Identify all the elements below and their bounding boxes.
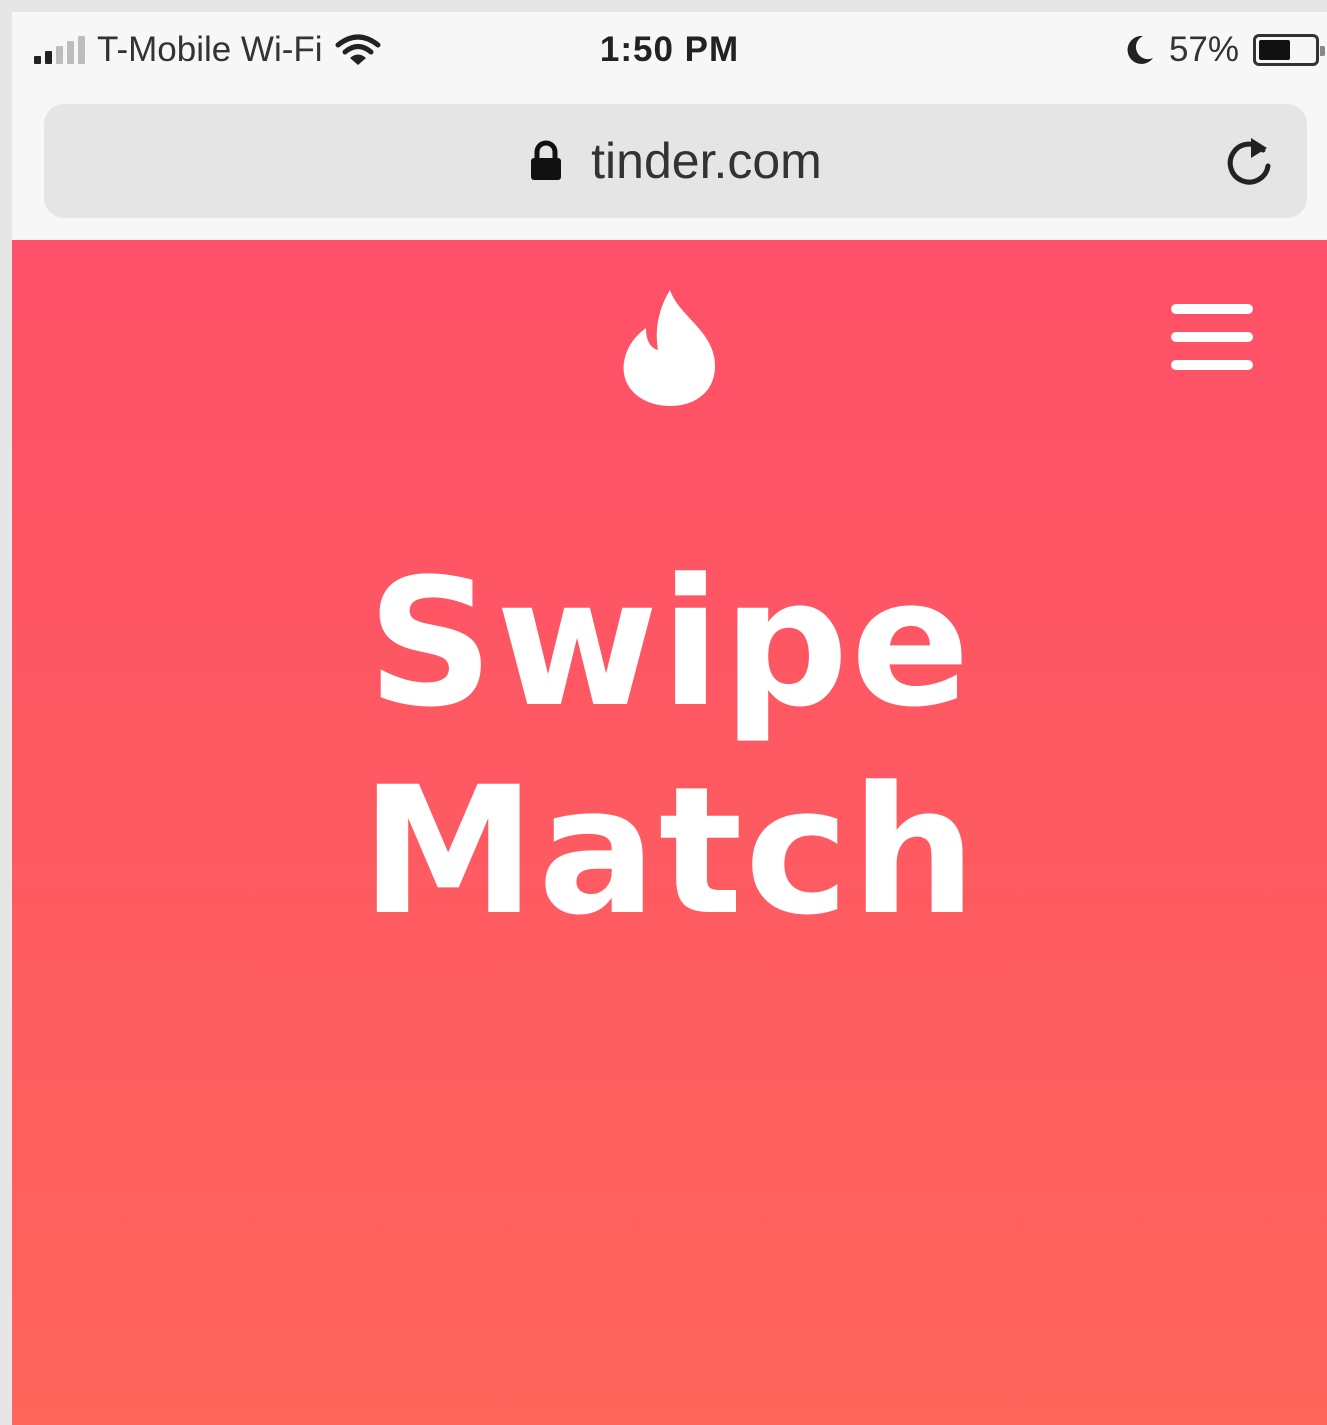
url-text: tinder.com bbox=[591, 133, 822, 189]
status-right: 57% bbox=[1125, 28, 1325, 72]
address-bar-content: tinder.com bbox=[44, 104, 1307, 218]
hero-line-match: Match bbox=[360, 749, 979, 954]
address-bar[interactable]: tinder.com bbox=[44, 104, 1307, 218]
tinder-landing-page: Swipe Match bbox=[12, 240, 1327, 1425]
battery-tip bbox=[1320, 46, 1325, 56]
menu-icon[interactable] bbox=[1171, 304, 1253, 370]
menu-line bbox=[1171, 360, 1253, 370]
status-bar: T-Mobile Wi-Fi 1:50 PM 57% bbox=[12, 12, 1327, 88]
battery-level bbox=[1259, 40, 1290, 60]
flame-logo-icon[interactable] bbox=[618, 288, 722, 408]
browser-toolbar: tinder.com bbox=[12, 88, 1327, 240]
menu-line bbox=[1171, 332, 1253, 342]
phone-screen: T-Mobile Wi-Fi 1:50 PM 57% tinder.com Sw… bbox=[12, 12, 1327, 1425]
hero-title: Swipe Match bbox=[12, 540, 1327, 956]
reload-icon[interactable] bbox=[1221, 132, 1277, 188]
battery-percent: 57% bbox=[1168, 30, 1239, 69]
menu-line bbox=[1171, 304, 1253, 314]
lock-icon bbox=[531, 140, 562, 180]
hero-line-swipe: Swipe bbox=[366, 541, 973, 746]
moon-icon bbox=[1127, 35, 1153, 64]
battery-icon bbox=[1253, 34, 1325, 66]
